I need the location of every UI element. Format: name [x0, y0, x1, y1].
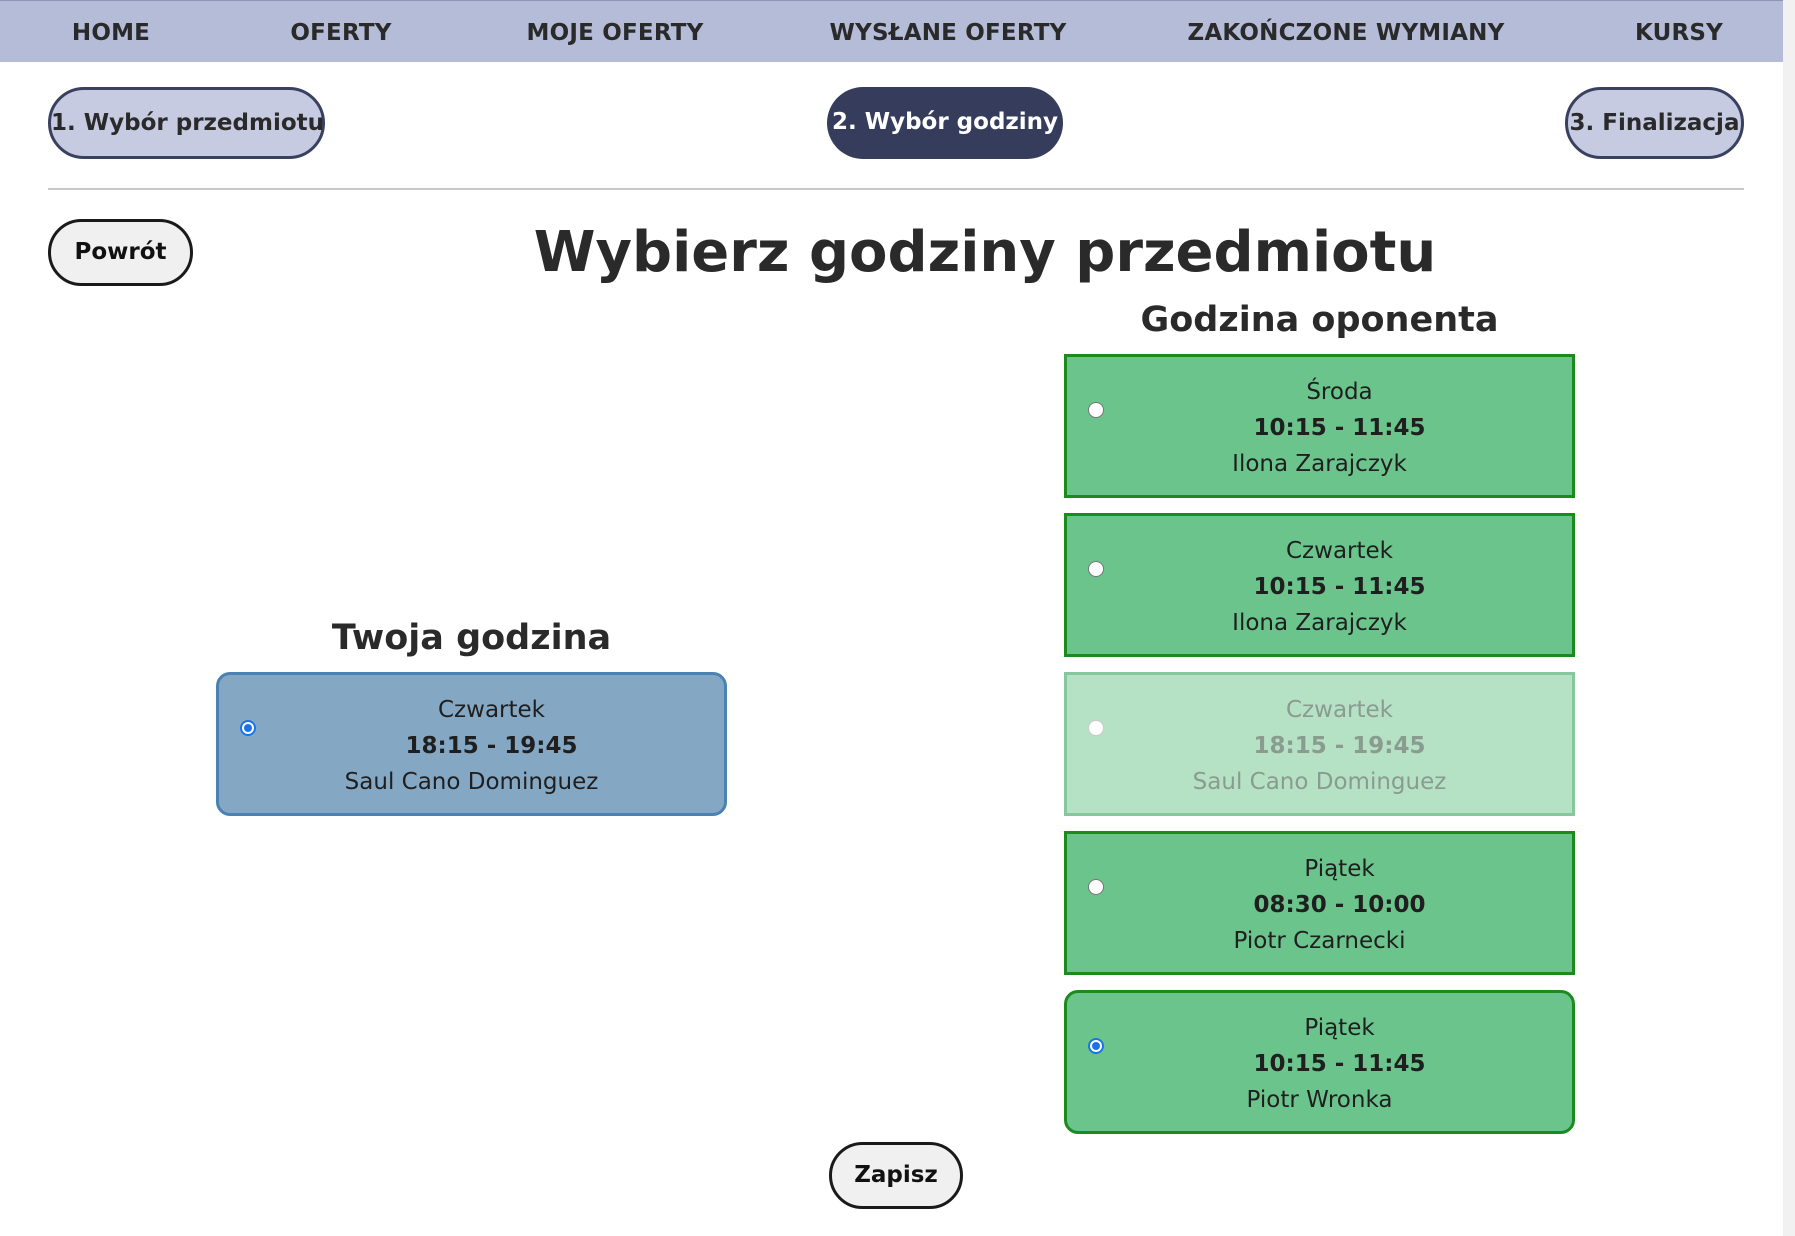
- step-finalize[interactable]: 3. Finalizacja: [1565, 87, 1744, 159]
- your-hour-title: Twoja godzina: [331, 618, 612, 658]
- slot-person: Piotr Wronka: [1246, 1087, 1393, 1113]
- slot-person: Saul Cano Dominguez: [344, 769, 599, 795]
- opponent-hour-title: Godzina oponenta: [1140, 300, 1499, 340]
- slot-day: Czwartek: [1286, 697, 1393, 723]
- nav-courses[interactable]: KURSY: [1635, 1, 1723, 63]
- slot-time: 10:15 - 11:45: [1253, 1051, 1426, 1077]
- your-slot-selected[interactable]: Czwartek 18:15 - 19:45 Saul Cano Domingu…: [216, 672, 727, 816]
- opponent-slot[interactable]: Piątek 08:30 - 10:00 Piotr Czarnecki: [1064, 831, 1575, 975]
- scrollbar[interactable]: [1783, 0, 1795, 1236]
- slot-time: 08:30 - 10:00: [1253, 892, 1426, 918]
- opponent-slot[interactable]: Czwartek 10:15 - 11:45 Ilona Zarajczyk: [1064, 513, 1575, 657]
- slot-time: 10:15 - 11:45: [1253, 574, 1426, 600]
- nav-home[interactable]: HOME: [72, 1, 150, 63]
- nav-offers[interactable]: OFERTY: [290, 1, 391, 63]
- slot-day: Czwartek: [1286, 538, 1393, 564]
- opponent-slot[interactable]: Środa 10:15 - 11:45 Ilona Zarajczyk: [1064, 354, 1575, 498]
- slot-person: Ilona Zarajczyk: [1232, 451, 1407, 477]
- step-choose-hour[interactable]: 2. Wybór godziny: [827, 87, 1063, 159]
- slot-day: Piątek: [1304, 856, 1375, 882]
- opponent-slot-disabled: Czwartek 18:15 - 19:45 Saul Cano Domingu…: [1064, 672, 1575, 816]
- slot-person: Ilona Zarajczyk: [1232, 610, 1407, 636]
- stepper-divider: [48, 188, 1744, 190]
- nav-finished-exchanges[interactable]: ZAKOŃCZONE WYMIANY: [1188, 1, 1505, 63]
- slot-day: Środa: [1306, 379, 1373, 405]
- opponent-slot-selected[interactable]: Piątek 10:15 - 11:45 Piotr Wronka: [1064, 990, 1575, 1134]
- slot-time: 10:15 - 11:45: [1253, 415, 1426, 441]
- step-choose-subject[interactable]: 1. Wybór przedmiotu: [48, 87, 325, 159]
- nav-sent-offers[interactable]: WYSŁANE OFERTY: [830, 1, 1067, 63]
- slot-person: Saul Cano Dominguez: [1192, 769, 1447, 795]
- slot-time: 18:15 - 19:45: [1253, 733, 1426, 759]
- save-button[interactable]: Zapisz: [829, 1142, 963, 1209]
- slot-time: 18:15 - 19:45: [405, 733, 578, 759]
- nav-my-offers[interactable]: MOJE OFERTY: [527, 1, 704, 63]
- page-title: Wybierz godziny przedmiotu: [533, 220, 1437, 285]
- slot-day: Czwartek: [438, 697, 545, 723]
- top-navbar: HOME OFERTY MOJE OFERTY WYSŁANE OFERTY Z…: [0, 0, 1795, 62]
- slot-day: Piątek: [1304, 1015, 1375, 1041]
- slot-person: Piotr Czarnecki: [1233, 928, 1406, 954]
